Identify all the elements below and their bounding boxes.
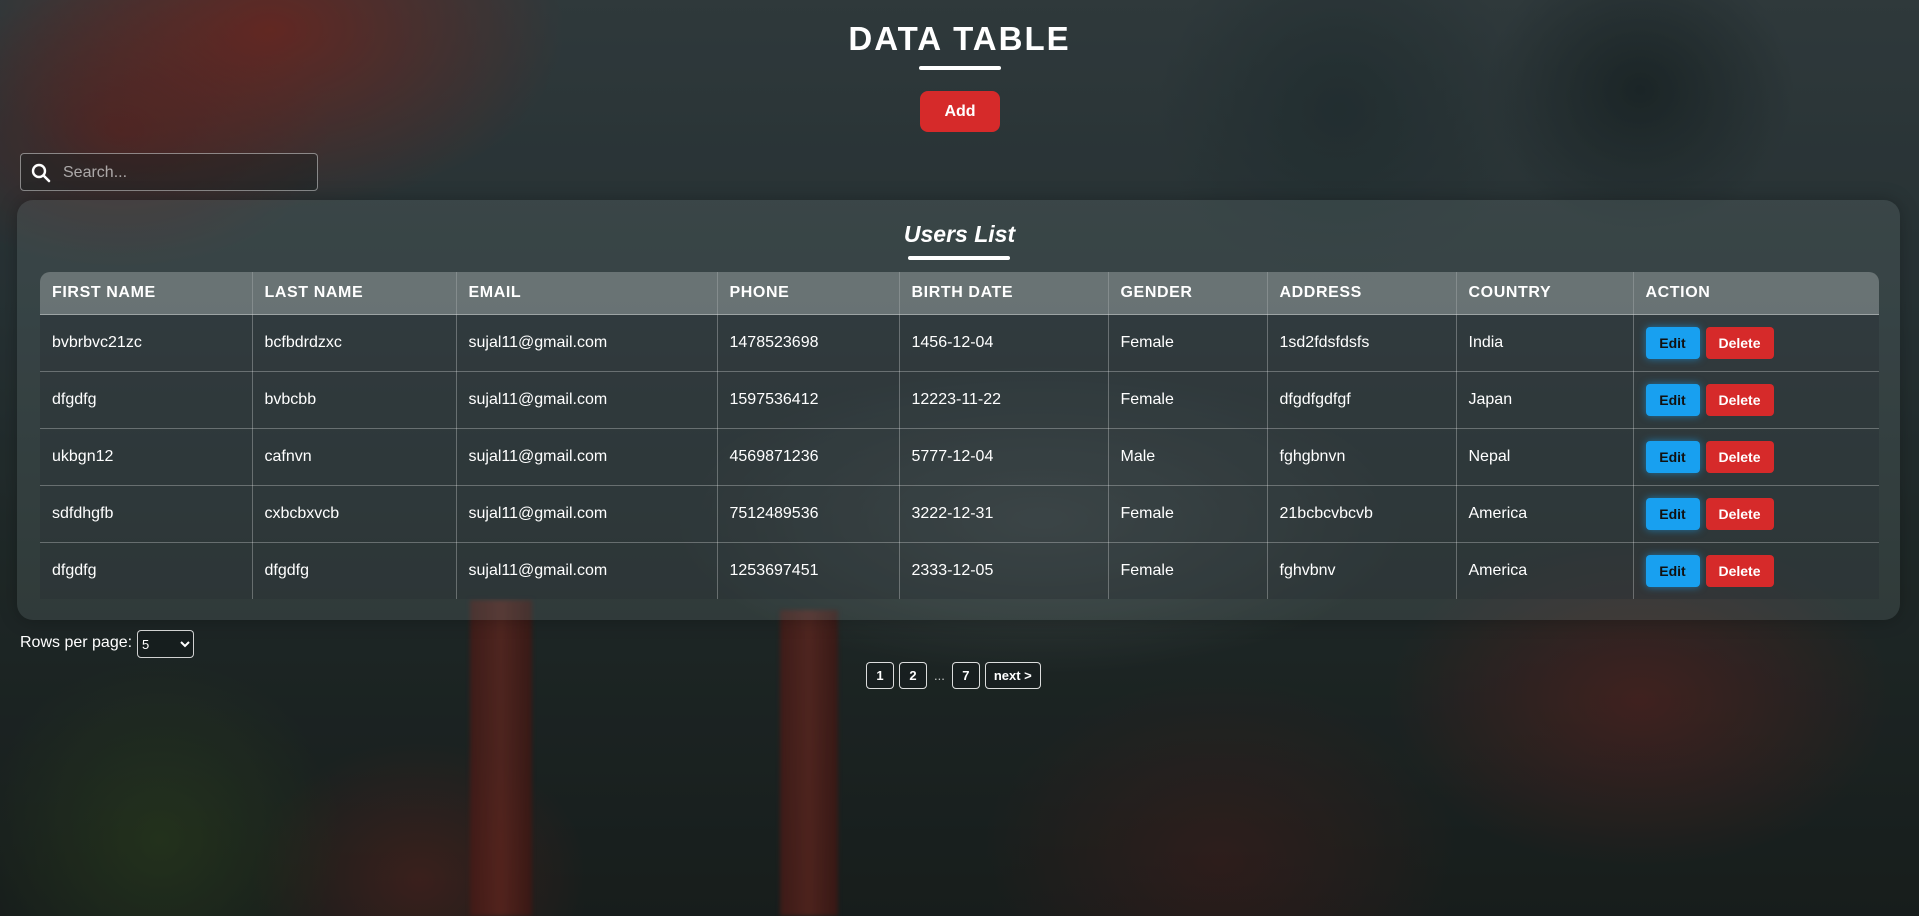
- cell-action: Edit Delete: [1633, 428, 1879, 486]
- column-header-birth-date[interactable]: BIRTH DATE: [899, 272, 1109, 315]
- cell-address: fghvbnv: [1267, 542, 1457, 599]
- cell-phone: 4569871236: [717, 428, 900, 486]
- cell-first-name: bvbrbvc21zc: [40, 314, 253, 372]
- edit-button[interactable]: Edit: [1645, 498, 1700, 530]
- cell-email: sujal11@gmail.com: [456, 428, 718, 486]
- cell-action: Edit Delete: [1633, 371, 1879, 429]
- table-row: sdfdhgfb cxbcbxvcb sujal11@gmail.com 751…: [40, 485, 1879, 543]
- column-header-gender[interactable]: GENDER: [1108, 272, 1268, 315]
- page-button-7[interactable]: 7: [951, 662, 980, 689]
- edit-button[interactable]: Edit: [1645, 555, 1700, 587]
- cell-first-name: sdfdhgfb: [40, 485, 253, 543]
- users-list-title: Users List: [903, 221, 1016, 247]
- cell-address: 21bcbcvbcvb: [1267, 485, 1457, 543]
- column-header-address[interactable]: ADDRESS: [1267, 272, 1457, 315]
- page-button-2[interactable]: 2: [899, 662, 927, 689]
- cell-last-name: dfgdfg: [252, 542, 457, 599]
- cell-birth-date: 12223-11-22: [899, 371, 1109, 429]
- title-underline: [919, 66, 1001, 70]
- cell-gender: Female: [1108, 485, 1268, 543]
- page-content: DATA TABLE Add Users List FIRST NA: [0, 0, 1919, 916]
- next-page-button[interactable]: next >: [984, 662, 1041, 689]
- cell-phone: 1478523698: [717, 314, 900, 372]
- delete-button[interactable]: Delete: [1705, 441, 1774, 473]
- rows-per-page-select[interactable]: 5: [137, 630, 194, 658]
- cell-country: Japan: [1456, 371, 1634, 429]
- cell-last-name: cafnvn: [252, 428, 457, 486]
- table-row: bvbrbvc21zc bcfbdrdzxc sujal11@gmail.com…: [40, 314, 1879, 372]
- cell-last-name: cxbcbxvcb: [252, 485, 457, 543]
- cell-phone: 7512489536: [717, 485, 900, 543]
- cell-address: fghgbnvn: [1267, 428, 1457, 486]
- cell-country: Nepal: [1456, 428, 1634, 486]
- rows-per-page-label: Rows per page:: [20, 634, 133, 651]
- table-row: dfgdfg dfgdfg sujal11@gmail.com 12536974…: [40, 542, 1879, 599]
- edit-button[interactable]: Edit: [1645, 384, 1700, 416]
- cell-birth-date: 5777-12-04: [899, 428, 1109, 486]
- cell-first-name: dfgdfg: [40, 371, 253, 429]
- users-list-underline: [908, 256, 1010, 260]
- cell-country: America: [1456, 542, 1634, 599]
- page-button-1[interactable]: 1: [866, 662, 894, 689]
- edit-button[interactable]: Edit: [1645, 327, 1700, 359]
- cell-address: dfgdfgdfgf: [1267, 371, 1457, 429]
- cell-gender: Female: [1108, 314, 1268, 372]
- pagination: 1 2 ... 7 next >: [866, 662, 1041, 689]
- cell-email: sujal11@gmail.com: [456, 542, 718, 599]
- column-header-phone[interactable]: PHONE: [717, 272, 900, 315]
- cell-email: sujal11@gmail.com: [456, 485, 718, 543]
- edit-button[interactable]: Edit: [1645, 441, 1700, 473]
- delete-button[interactable]: Delete: [1705, 327, 1774, 359]
- cell-last-name: bcfbdrdzxc: [252, 314, 457, 372]
- page-title: DATA TABLE: [848, 20, 1071, 57]
- delete-button[interactable]: Delete: [1705, 384, 1774, 416]
- cell-email: sujal11@gmail.com: [456, 371, 718, 429]
- users-table: FIRST NAME LAST NAME EMAIL PHONE BIRTH D…: [40, 272, 1879, 599]
- search-box: [20, 153, 318, 192]
- add-button[interactable]: Add: [920, 91, 1000, 132]
- table-header-row: FIRST NAME LAST NAME EMAIL PHONE BIRTH D…: [40, 272, 1879, 315]
- cell-email: sujal11@gmail.com: [456, 314, 718, 372]
- table-row: ukbgn12 cafnvn sujal11@gmail.com 4569871…: [40, 428, 1879, 486]
- cell-phone: 1597536412: [717, 371, 900, 429]
- cell-phone: 1253697451: [717, 542, 900, 599]
- column-header-email[interactable]: EMAIL: [456, 272, 718, 315]
- cell-birth-date: 3222-12-31: [899, 485, 1109, 543]
- cell-gender: Female: [1108, 542, 1268, 599]
- delete-button[interactable]: Delete: [1705, 498, 1774, 530]
- search-icon: [31, 163, 51, 183]
- cell-action: Edit Delete: [1633, 314, 1879, 372]
- cell-birth-date: 2333-12-05: [899, 542, 1109, 599]
- table-row: dfgdfg bvbcbb sujal11@gmail.com 15975364…: [40, 371, 1879, 429]
- cell-country: America: [1456, 485, 1634, 543]
- cell-first-name: ukbgn12: [40, 428, 253, 486]
- search-input[interactable]: [61, 154, 315, 192]
- cell-address: 1sd2fdsfdsfs: [1267, 314, 1457, 372]
- cell-first-name: dfgdfg: [40, 542, 253, 599]
- column-header-action: ACTION: [1633, 272, 1879, 315]
- cell-birth-date: 1456-12-04: [899, 314, 1109, 372]
- cell-gender: Female: [1108, 371, 1268, 429]
- delete-button[interactable]: Delete: [1705, 555, 1774, 587]
- column-header-first-name[interactable]: FIRST NAME: [40, 272, 253, 315]
- page-ellipsis: ...: [934, 668, 945, 683]
- cell-country: India: [1456, 314, 1634, 372]
- cell-action: Edit Delete: [1633, 542, 1879, 599]
- cell-last-name: bvbcbb: [252, 371, 457, 429]
- cell-action: Edit Delete: [1633, 485, 1879, 543]
- cell-gender: Male: [1108, 428, 1268, 486]
- column-header-last-name[interactable]: LAST NAME: [252, 272, 457, 315]
- column-header-country[interactable]: COUNTRY: [1456, 272, 1634, 315]
